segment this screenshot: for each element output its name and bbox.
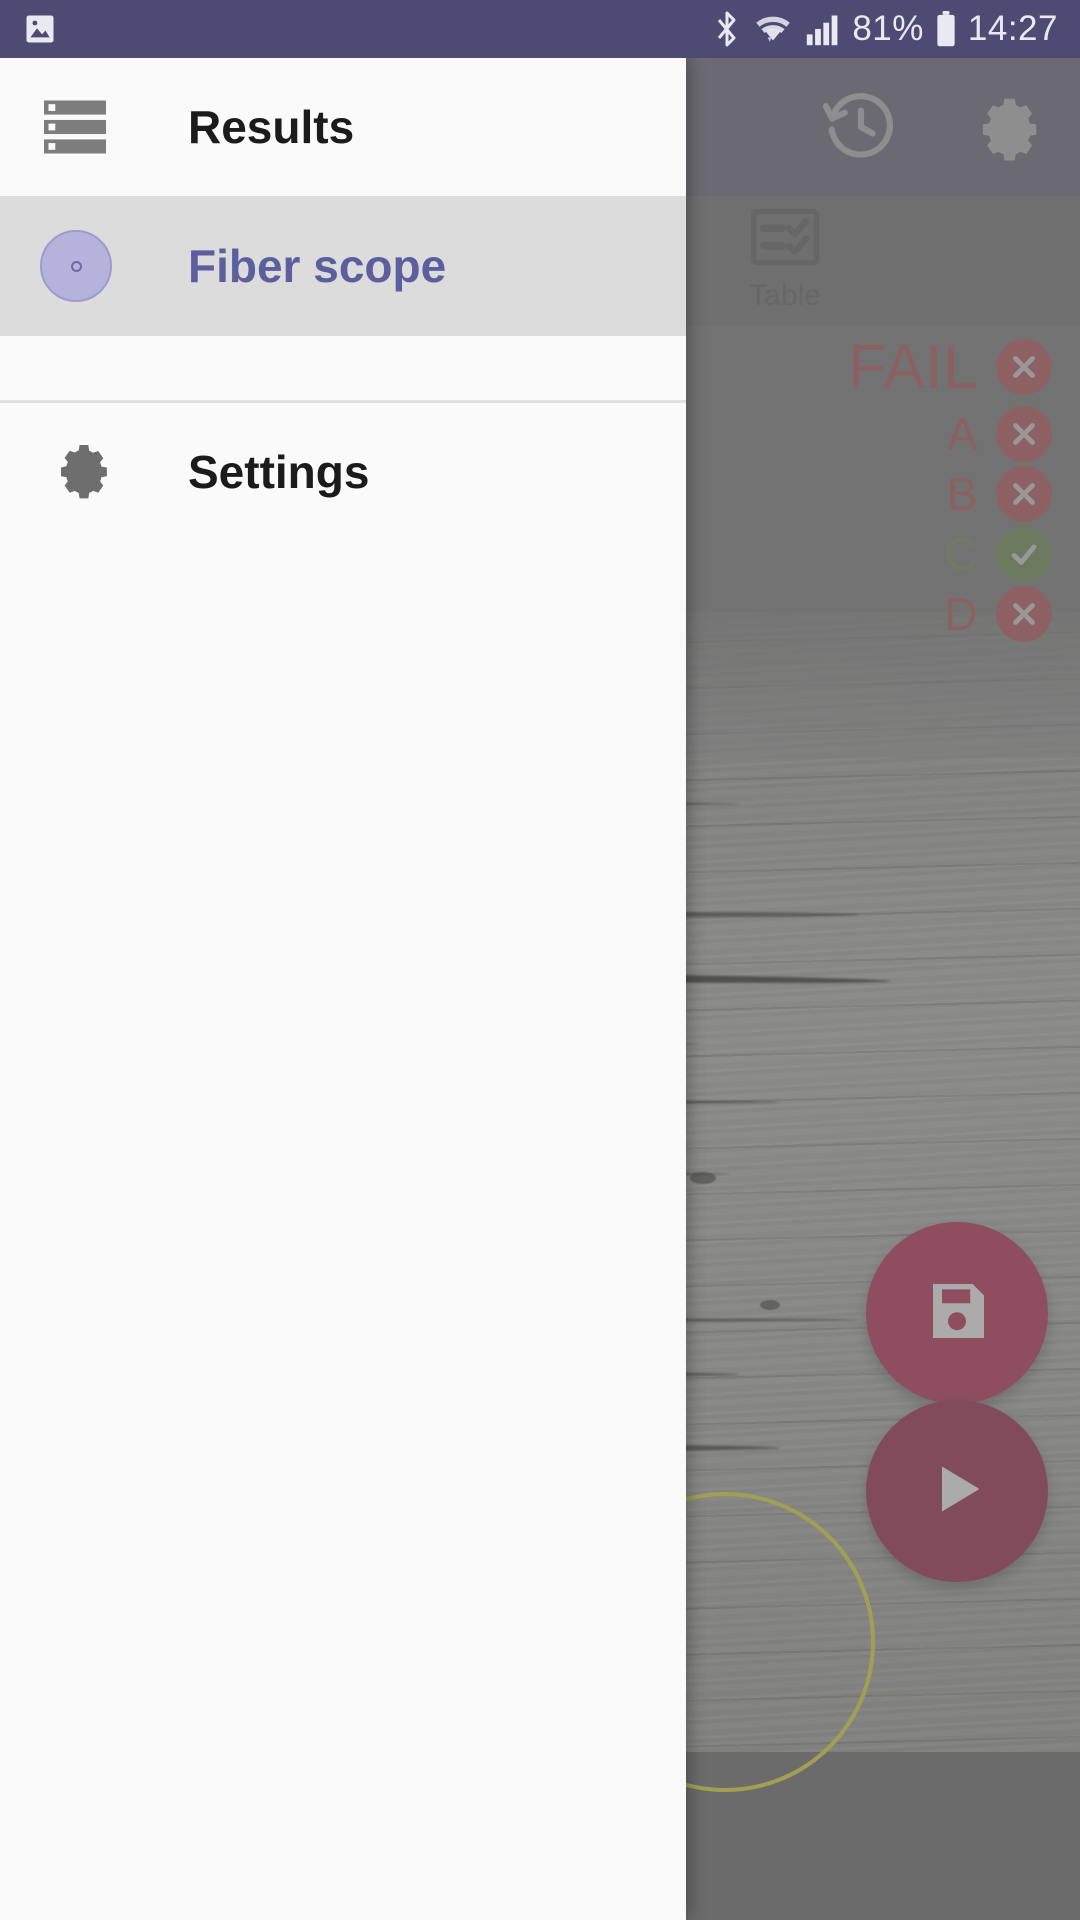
phone-screen: FAIL A B — [0, 0, 1080, 1920]
battery-percent: 81% — [852, 9, 924, 48]
bluetooth-icon — [713, 9, 741, 49]
gear-icon — [40, 436, 132, 508]
list-icon — [40, 96, 132, 158]
fiber-dot-icon — [40, 230, 132, 302]
battery-icon — [935, 10, 957, 48]
sidebar-item-results[interactable]: Results — [0, 58, 686, 196]
clock-time: 14:27 — [967, 9, 1058, 48]
navigation-drawer: Results Fiber scope Settings — [0, 58, 686, 1920]
status-indicators: 81% 14:27 — [713, 9, 1058, 49]
wifi-icon — [752, 11, 794, 47]
sidebar-item-label: Settings — [188, 446, 370, 498]
status-bar: 81% 14:27 — [0, 0, 1080, 58]
sidebar-item-settings[interactable]: Settings — [0, 403, 686, 541]
sidebar-item-label: Results — [188, 101, 355, 153]
sidebar-item-label: Fiber scope — [188, 240, 447, 292]
sidebar-item-fiberscope[interactable]: Fiber scope — [0, 196, 686, 336]
signal-bars-icon — [805, 11, 841, 47]
image-icon — [22, 11, 58, 47]
